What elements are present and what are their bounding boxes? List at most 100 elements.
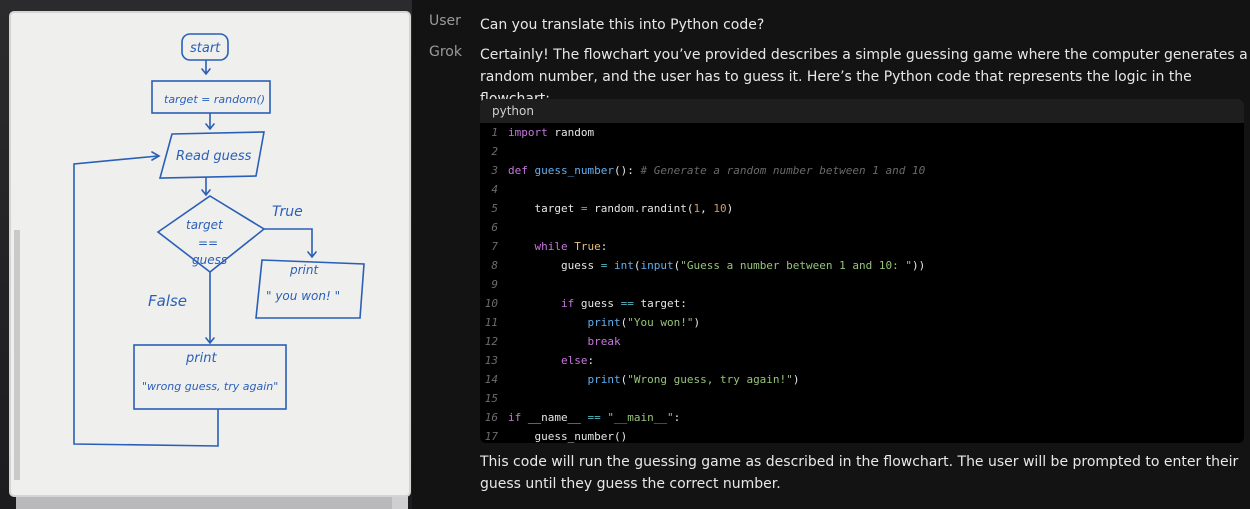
line-number: 16: [484, 411, 498, 424]
code-token: ): [792, 373, 800, 386]
whiteboard-photo: start target = random() Read guess targe…: [0, 0, 412, 509]
code-line: 1 import random: [480, 123, 1244, 142]
wb-target-label: target = random(): [164, 93, 265, 106]
wb-decision-eq: ==: [198, 236, 218, 250]
whiteboard-image: start target = random() Read guess targe…: [9, 11, 411, 509]
code-token: ,: [700, 202, 714, 215]
code-token: ): [726, 202, 734, 215]
line-number: 9: [491, 278, 498, 291]
line-number: 11: [484, 316, 498, 329]
wb-decision-guess: guess: [192, 253, 227, 267]
code-token: )): [912, 259, 926, 272]
code-token: print: [587, 373, 621, 386]
code-token: ():: [613, 164, 641, 177]
code-token: break: [587, 335, 621, 348]
code-token: target:: [633, 297, 687, 310]
code-line: 5 target = random.randint(1, 10): [480, 199, 1244, 218]
code-token: "__main__": [607, 411, 674, 424]
code-token: "You won!": [627, 316, 694, 329]
line-number: 14: [484, 373, 498, 386]
code-line: 15: [480, 389, 1244, 408]
code-token: target: [508, 202, 581, 215]
code-line: 10 if guess == target:: [480, 294, 1244, 313]
code-line: 12 break: [480, 332, 1244, 351]
code-token: # Generate a random number between 1 and…: [640, 164, 926, 177]
code-language-label: python: [480, 99, 1244, 123]
code-token: int: [613, 259, 634, 272]
code-token: "Wrong guess, try again!": [627, 373, 793, 386]
wb-read-guess-label: Read guess: [176, 149, 252, 164]
wb-start-label: start: [190, 41, 221, 56]
code-token: guess_number: [534, 164, 614, 177]
code-token: random.randint(: [587, 202, 694, 215]
code-token: ==: [587, 411, 601, 424]
wb-print-win-2: " you won! ": [266, 289, 340, 303]
code-line: 4: [480, 180, 1244, 199]
code-token: "Guess a number between 1 and 10: ": [680, 259, 913, 272]
code-token: True: [574, 240, 601, 253]
code-body[interactable]: 1 import random 2 3 def guess_number(): # Ge…: [480, 123, 1244, 443]
code-token: random: [547, 126, 595, 139]
line-number: 13: [484, 354, 498, 367]
line-number: 12: [484, 335, 498, 348]
code-token: import: [508, 126, 548, 139]
code-token: if: [560, 297, 575, 310]
code-block[interactable]: python 1 import random 2 3 def guess_number(…: [480, 99, 1244, 443]
code-line: 16 if __name__ == "__main__":: [480, 408, 1244, 427]
wb-print-lose-1: print: [185, 351, 217, 366]
assistant-role-label: Grok: [429, 44, 462, 60]
line-number: 15: [484, 392, 498, 405]
code-token: if: [508, 411, 522, 424]
code-token: guess: [574, 297, 621, 310]
code-line: 11 print("You won!"): [480, 313, 1244, 332]
code-token: input: [640, 259, 674, 272]
code-line: 6: [480, 218, 1244, 237]
wb-print-lose-2: "wrong guess, try again": [142, 380, 278, 393]
line-number: 4: [491, 183, 498, 196]
code-token: while: [534, 240, 568, 253]
code-line: 14 print("Wrong guess, try again!"): [480, 370, 1244, 389]
code-line: 17 guess_number(): [480, 427, 1244, 443]
user-role-label: User: [429, 13, 461, 29]
user-message: Can you translate this into Python code?: [480, 17, 765, 33]
assistant-outro: This code will run the guessing game as …: [480, 454, 1239, 492]
code-line: 13 else:: [480, 351, 1244, 370]
line-number: 7: [491, 240, 498, 253]
code-token: print: [587, 316, 621, 329]
code-line: 2: [480, 142, 1244, 161]
wb-false-label: False: [148, 292, 187, 310]
line-number: 5: [491, 202, 498, 215]
code-token: else: [560, 354, 588, 367]
wb-decision-target: target: [186, 218, 224, 232]
code-line: 8 guess = int(input("Guess a number betw…: [480, 256, 1244, 275]
code-token: :: [587, 354, 595, 367]
line-number: 1: [491, 126, 498, 139]
line-number: 6: [491, 221, 498, 234]
code-token: 10: [713, 202, 727, 215]
code-token: guess_number(): [508, 430, 628, 443]
code-token: def: [508, 164, 528, 177]
code-token: ): [693, 316, 701, 329]
code-line: 7 while True:: [480, 237, 1244, 256]
line-number: 3: [491, 164, 498, 177]
wb-true-label: True: [272, 204, 303, 220]
line-number: 2: [491, 145, 498, 158]
line-number: 10: [484, 297, 498, 310]
code-token: :: [673, 411, 681, 424]
code-line: 9: [480, 275, 1244, 294]
code-token: guess: [508, 259, 601, 272]
line-number: 8: [491, 259, 498, 272]
wb-print-win-1: print: [289, 263, 319, 277]
code-line: 3 def guess_number(): # Generate a random…: [480, 161, 1244, 180]
code-token: __name__: [521, 411, 588, 424]
line-number: 17: [484, 430, 498, 443]
code-token: :: [600, 240, 608, 253]
